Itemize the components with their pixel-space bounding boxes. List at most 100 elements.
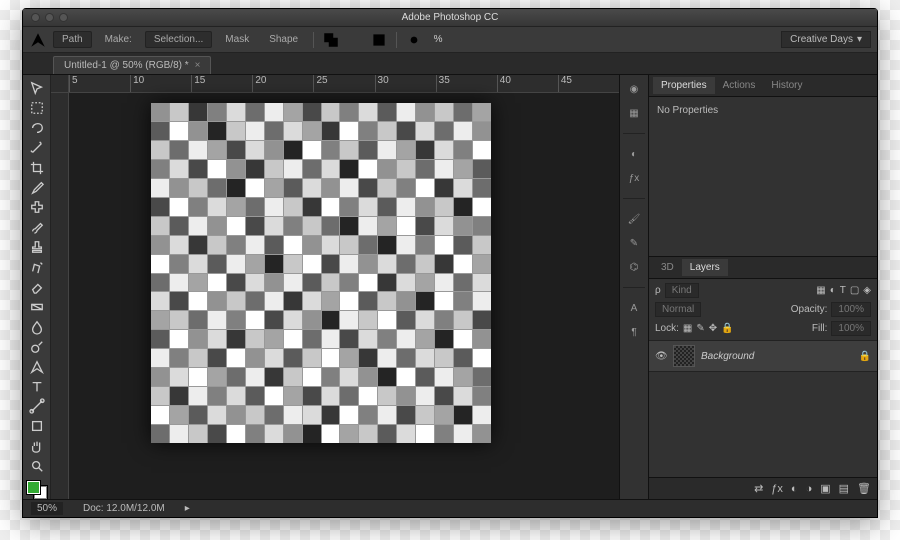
lock-all-icon[interactable]: 🔒 [721,323,733,334]
layer-thumbnail[interactable] [673,345,695,367]
opacity-field[interactable]: 100% [831,302,871,317]
rect-tool[interactable] [26,417,48,435]
heal-tool[interactable] [26,198,48,216]
char-panel-icon[interactable]: A [624,300,644,316]
fill-field[interactable]: 100% [831,321,871,336]
pen-tool[interactable] [26,358,48,376]
tab-actions[interactable]: Actions [715,77,764,94]
pixel [359,141,377,159]
eyedrop-tool[interactable] [26,179,48,197]
wand-tool[interactable] [26,139,48,157]
ruler-vertical[interactable] [51,93,69,499]
pixel [378,160,396,178]
fx-icon[interactable]: ƒx [771,483,783,495]
foreground-color-swatch[interactable] [27,481,40,494]
path-mode-select[interactable]: path [53,31,92,48]
pen-tool-icon[interactable] [29,31,47,49]
group-icon[interactable]: ▣ [820,482,830,495]
brush-panel-icon[interactable]: 🖌 [624,211,644,227]
pixel [303,236,321,254]
close-tab-icon[interactable]: × [195,60,201,71]
ruler-corner[interactable] [51,75,69,93]
pixel [303,292,321,310]
layer-row[interactable]: 👁 Background 🔒 [649,341,877,372]
filter-smart-icon[interactable]: ◈ [863,285,871,296]
path-ops-icon[interactable] [322,31,340,49]
make-shape-button[interactable]: Shape [262,31,305,48]
workspace-switcher[interactable]: Creative Days ▾ [781,31,871,48]
lock-pixel-icon[interactable]: ✎ [696,323,704,334]
crop-tool[interactable] [26,159,48,177]
color-swatches[interactable] [27,481,47,499]
pixel [359,160,377,178]
collapsed-panel-dock: ◉ ▦ ◐ ƒx 🖌 ✎ ⌬ A ¶ [619,75,649,499]
tab-3d[interactable]: 3D [653,259,682,276]
filter-adjust-icon[interactable]: ◐ [830,285,836,296]
zoom-field[interactable]: 50% [31,502,63,515]
visibility-icon[interactable]: 👁 [655,351,667,362]
status-chevron-icon[interactable]: ▸ [185,503,190,514]
doc-size-value: 12.0M/12.0M [106,503,164,514]
brush-tool[interactable] [26,218,48,236]
pixel [435,236,453,254]
lasso-tool[interactable] [26,119,48,137]
pixel [397,160,415,178]
path-tool[interactable] [26,398,48,416]
new-layer-icon[interactable]: ▤ [839,482,849,495]
blur-tool[interactable] [26,318,48,336]
tab-properties[interactable]: Properties [653,77,715,94]
color-panel-icon[interactable]: ◉ [624,81,644,97]
hand-tool[interactable] [26,437,48,455]
brush2-panel-icon[interactable]: ✎ [624,235,644,251]
lock-icon[interactable]: 🔒 [859,351,871,362]
link-layers-icon[interactable]: ⇄ [754,482,763,495]
align-icon[interactable] [346,31,364,49]
mask-icon[interactable]: ◐ [791,483,798,495]
filter-type-icon[interactable]: T [840,285,846,296]
pixel [378,255,396,273]
gradient-tool[interactable] [26,298,48,316]
titlebar[interactable]: Adobe Photoshop CC [23,9,877,27]
blend-mode-select[interactable]: Normal [655,302,701,317]
pixel [416,255,434,273]
style-panel-icon[interactable]: ƒx [624,170,644,186]
ruler-horizontal[interactable]: 51015202530354045 [69,75,619,93]
pixel [265,160,283,178]
make-selection-button[interactable]: Selection... [145,31,212,48]
lock-pos-icon[interactable]: ✥ [709,323,717,334]
make-mask-button[interactable]: Mask [218,31,256,48]
zoom-tool[interactable] [26,457,48,475]
dodge-tool[interactable] [26,338,48,356]
swatch-panel-icon[interactable]: ▦ [624,105,644,121]
eraser-tool[interactable] [26,278,48,296]
canvas-area[interactable]: 51015202530354045 [51,75,619,499]
stamp-tool[interactable] [26,238,48,256]
pixel [473,292,491,310]
marquee-tool[interactable] [26,99,48,117]
lock-trans-icon[interactable]: ▦ [683,323,692,334]
clone-panel-icon[interactable]: ⌬ [624,259,644,275]
document-tab[interactable]: Untitled-1 @ 50% (RGB/8) * × [53,56,211,74]
gear-icon[interactable] [405,31,423,49]
type-tool[interactable] [26,378,48,396]
tab-history[interactable]: History [763,77,810,94]
filter-shape-icon[interactable]: ▢ [850,285,859,296]
move-tool[interactable] [26,79,48,97]
filter-pixel-icon[interactable]: ▦ [816,285,825,296]
trash-icon[interactable]: 🗑 [857,482,871,495]
pixel [303,349,321,367]
para-panel-icon[interactable]: ¶ [624,324,644,340]
tab-layers[interactable]: Layers [682,259,728,276]
pixel [246,141,264,159]
history-tool[interactable] [26,258,48,276]
adjust-panel-icon[interactable]: ◐ [624,146,644,162]
rubber-band-icon[interactable]: % [429,31,447,49]
pixel [473,198,491,216]
adjustment-icon[interactable]: ◑ [806,483,813,495]
layer-name[interactable]: Background [701,351,853,362]
pixel [246,368,264,386]
filter-kind-select[interactable]: Kind [665,283,699,298]
canvas-document[interactable] [151,103,491,443]
arrange-icon[interactable] [370,31,388,49]
pixel [303,179,321,197]
